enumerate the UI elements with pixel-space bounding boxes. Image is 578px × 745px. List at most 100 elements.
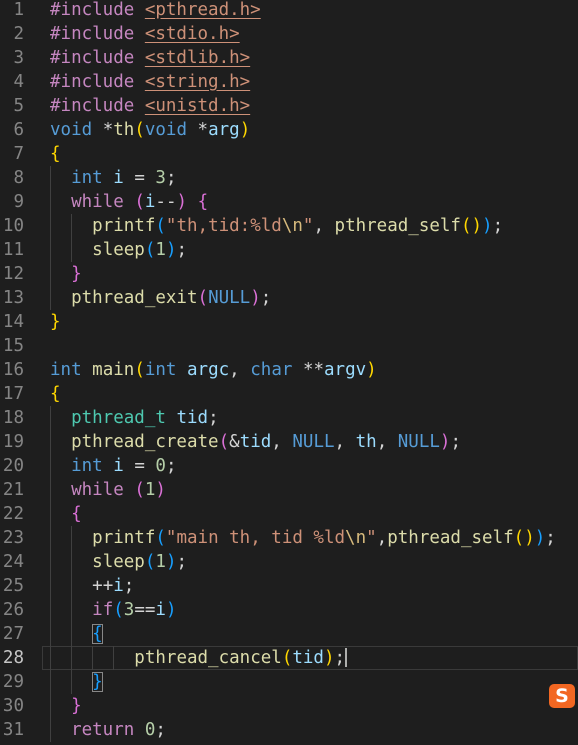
- code-line[interactable]: 11 sleep(1);: [0, 238, 578, 262]
- code-line[interactable]: 22 {: [0, 502, 578, 526]
- line-number: 7: [13, 144, 24, 164]
- code-line[interactable]: 8 int i = 3;: [0, 166, 578, 190]
- code-token: (: [134, 480, 145, 500]
- code-line[interactable]: 31 return 0;: [0, 718, 578, 742]
- code-token: ;: [123, 576, 135, 596]
- code-line[interactable]: 9 while (i--) {: [0, 190, 578, 214]
- code-line[interactable]: 2 #include <stdio.h>: [0, 22, 578, 46]
- line-content-area[interactable]: #include <unistd.h>: [42, 94, 578, 118]
- line-content-area[interactable]: [42, 334, 578, 358]
- code-token: ;: [260, 288, 272, 308]
- sogou-ime-icon[interactable]: S: [549, 684, 575, 708]
- code-token: 0: [155, 456, 166, 476]
- line-content-area[interactable]: {: [42, 382, 578, 406]
- code-line[interactable]: 21 while (1): [0, 478, 578, 502]
- code-token: \n: [345, 528, 367, 548]
- line-content-area[interactable]: sleep(1);: [42, 238, 578, 262]
- code-line[interactable]: 23 printf("main th, tid %ld\n",pthread_s…: [0, 526, 578, 550]
- line-content-area[interactable]: void *th(void *arg): [42, 118, 578, 142]
- code-token: i: [113, 456, 124, 476]
- code-line[interactable]: 16 int main(int argc, char **argv): [0, 358, 578, 382]
- code-token: 1: [144, 480, 156, 500]
- line-content-area[interactable]: printf("th,tid:%ld\n", pthread_self());: [42, 214, 578, 238]
- code-token: pthread_exit: [71, 288, 198, 308]
- code-line[interactable]: 18 pthread_t tid;: [0, 406, 578, 430]
- line-number: 28: [2, 648, 24, 668]
- line-content-area[interactable]: #include <pthread.h>: [42, 0, 578, 22]
- code-token: th: [113, 120, 135, 140]
- code-line[interactable]: 7{: [0, 142, 578, 166]
- line-content-area[interactable]: int i = 0;: [42, 454, 578, 478]
- line-content-area[interactable]: int main(int argc, char **argv): [42, 358, 578, 382]
- line-number: 27: [2, 624, 24, 644]
- code-token: th: [355, 432, 377, 452]
- line-content-area[interactable]: pthread_create(&tid, NULL, th, NULL);: [42, 430, 578, 454]
- code-text: void *th(void *arg): [50, 118, 250, 142]
- code-token: pthread_t: [71, 408, 166, 428]
- code-line[interactable]: 13 pthread_exit(NULL);: [0, 286, 578, 310]
- line-content-area[interactable]: }: [42, 310, 578, 334]
- line-content-area[interactable]: ++i;: [42, 574, 578, 598]
- code-line[interactable]: 6 void *th(void *arg): [0, 118, 578, 142]
- line-content-area[interactable]: }: [42, 670, 578, 694]
- line-content-area[interactable]: while (1): [42, 478, 578, 502]
- line-content-area[interactable]: }: [42, 694, 578, 718]
- line-content-area[interactable]: sleep(1);: [42, 550, 578, 574]
- line-content-area[interactable]: #include <string.h>: [42, 70, 578, 94]
- code-line[interactable]: 15: [0, 334, 578, 358]
- code-line[interactable]: 30 }: [0, 694, 578, 718]
- line-content-area[interactable]: {: [42, 622, 578, 646]
- line-number: 16: [2, 360, 24, 380]
- code-line[interactable]: 27 {: [0, 622, 578, 646]
- code-text: if(3==i): [50, 598, 176, 622]
- line-content-area[interactable]: #include <stdlib.h>: [42, 46, 578, 70]
- code-line[interactable]: 14}: [0, 310, 578, 334]
- line-content-area[interactable]: }: [42, 262, 578, 286]
- line-content-area[interactable]: {: [42, 142, 578, 166]
- line-content-area[interactable]: printf("main th, tid %ld\n",pthread_self…: [42, 526, 578, 550]
- code-line[interactable]: 4 #include <string.h>: [0, 70, 578, 94]
- line-content-area[interactable]: int i = 3;: [42, 166, 578, 190]
- code-line[interactable]: 29 }: [0, 670, 578, 694]
- code-line[interactable]: 10 printf("th,tid:%ld\n", pthread_self()…: [0, 214, 578, 238]
- code-token: (: [281, 648, 293, 668]
- code-token: (): [460, 216, 483, 236]
- code-line[interactable]: 26 if(3==i): [0, 598, 578, 622]
- code-token: 0: [144, 720, 156, 740]
- code-line[interactable]: 5 #include <unistd.h>: [0, 94, 578, 118]
- code-line[interactable]: 25 ++i;: [0, 574, 578, 598]
- code-text: int i = 3;: [50, 166, 176, 190]
- line-content-area[interactable]: while (i--) {: [42, 190, 578, 214]
- code-token: ): [250, 288, 261, 308]
- code-editor[interactable]: 1 #include <pthread.h> 2 #include <stdio.h>…: [0, 0, 578, 742]
- code-token: {: [71, 504, 82, 524]
- code-line[interactable]: 24 sleep(1);: [0, 550, 578, 574]
- code-token: ;: [208, 408, 219, 428]
- code-line[interactable]: 12 }: [0, 262, 578, 286]
- line-content-area[interactable]: #include <stdio.h>: [42, 22, 578, 46]
- line-content-area[interactable]: {: [42, 502, 578, 526]
- line-content-area[interactable]: pthread_t tid;: [42, 406, 578, 430]
- line-number: 14: [2, 312, 24, 332]
- code-text: pthread_exit(NULL);: [50, 286, 271, 310]
- code-line[interactable]: 17 {: [0, 382, 578, 406]
- line-content-area[interactable]: pthread_exit(NULL);: [42, 286, 578, 310]
- code-line[interactable]: 28 pthread_cancel(tid);: [0, 646, 578, 670]
- code-line[interactable]: 20 int i = 0;: [0, 454, 578, 478]
- line-number: 4: [13, 72, 24, 92]
- code-line[interactable]: 19 pthread_create(&tid, NULL, th, NULL);: [0, 430, 578, 454]
- line-content-area[interactable]: pthread_cancel(tid);: [42, 646, 578, 670]
- line-number: 12: [2, 264, 24, 284]
- code-line[interactable]: 1 #include <pthread.h>: [0, 0, 578, 22]
- line-content-area[interactable]: if(3==i): [42, 598, 578, 622]
- line-content-area[interactable]: return 0;: [42, 718, 578, 742]
- code-line[interactable]: 3 #include <stdlib.h>: [0, 46, 578, 70]
- code-text: pthread_t tid;: [50, 406, 219, 430]
